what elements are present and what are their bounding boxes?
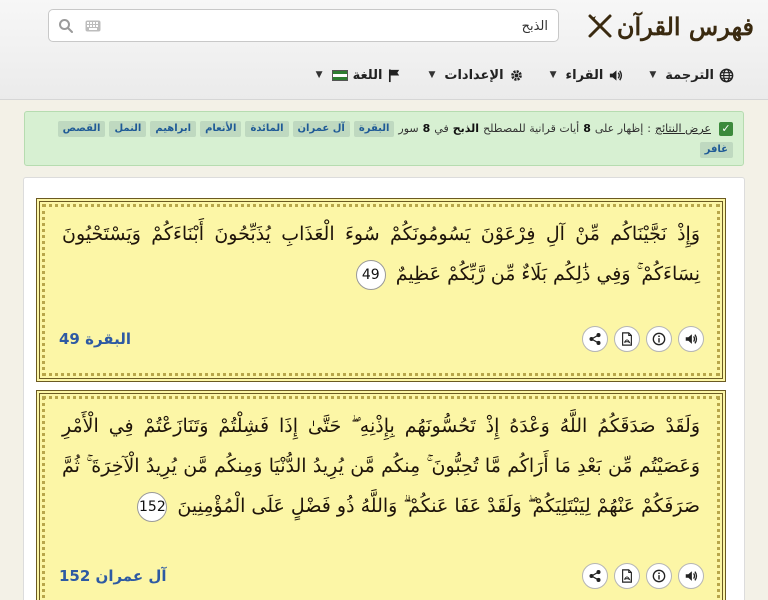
pdf-button[interactable]: [614, 326, 640, 352]
chevron-down-icon: ▼: [649, 70, 657, 80]
audio-icon: [685, 334, 698, 344]
check-icon[interactable]: ✓: [719, 122, 733, 136]
results-info-bar: ✓ عرض النتائج : إظهار على 8 أيات قرانية …: [24, 111, 744, 166]
pdf-button[interactable]: [614, 563, 640, 589]
surah-tag[interactable]: البقرة: [353, 121, 395, 137]
surah-tag[interactable]: آل عمران: [292, 121, 350, 137]
quill-icon: [588, 14, 612, 38]
verses-panel: وَإِذْ نَجَّيْنَاكُم مِّنْ آلِ فِرْعَوْن…: [23, 177, 745, 600]
menu-translation[interactable]: الترجمة ▼: [649, 68, 734, 83]
share-button[interactable]: [582, 326, 608, 352]
audio-button[interactable]: [678, 326, 704, 352]
brand-title: فهرس القرآن: [616, 11, 754, 41]
info-text-b: أيات قرانية للمصطلح: [483, 122, 580, 135]
share-icon: [589, 570, 601, 582]
menu-language-label: اللغة: [352, 67, 383, 83]
search-box: [48, 9, 559, 42]
share-button[interactable]: [582, 563, 608, 589]
verse-tools: [582, 563, 704, 589]
chevron-down-icon: ▼: [428, 70, 436, 80]
surah-tag[interactable]: المائدة: [245, 121, 289, 137]
info-text-a: إظهار على: [594, 122, 644, 135]
info-icon: [652, 569, 666, 583]
speaker-icon: [610, 69, 623, 81]
info-text-c: في: [434, 122, 449, 135]
pdf-icon: [622, 332, 632, 346]
verse-tools: [582, 326, 704, 352]
search-input[interactable]: [109, 16, 548, 36]
menu-settings-label: الإعدادات: [444, 67, 504, 83]
ayah-number: 49: [355, 260, 386, 290]
top-header: فهرس القرآن الترجمة: [0, 0, 768, 100]
show-results-link[interactable]: عرض النتائج: [655, 121, 711, 137]
search-icon[interactable]: [58, 18, 74, 34]
info-button[interactable]: [646, 326, 672, 352]
info-icon: [652, 332, 666, 346]
menu-translation-label: الترجمة: [665, 67, 714, 83]
brand-logo[interactable]: فهرس القرآن: [587, 8, 754, 44]
results-summary: ✓ عرض النتائج : إظهار على 8 أيات قرانية …: [35, 121, 733, 158]
surah-tag[interactable]: غافر: [699, 142, 733, 158]
surah-tag[interactable]: النمل: [109, 121, 147, 137]
surah-tag[interactable]: القصص: [57, 121, 106, 137]
ayah-number: 152: [137, 492, 168, 522]
verse-reference[interactable]: آل عمران 152: [59, 567, 167, 585]
verse-text: وَلَقَدْ صَدَقَكُمُ اللَّهُ وَعْدَهُ إِذ…: [62, 406, 700, 526]
verse-card: وَإِذْ نَجَّيْنَاكُم مِّنْ آلِ فِرْعَوْن…: [36, 198, 726, 382]
pdf-icon: [622, 569, 632, 583]
menu-language[interactable]: اللغة ▼: [316, 68, 403, 83]
ayat-count: 8: [583, 122, 591, 135]
verse-reference[interactable]: البقرة 49: [59, 330, 131, 348]
chevron-down-icon: ▼: [315, 70, 323, 80]
verse-text: وَإِذْ نَجَّيْنَاكُم مِّنْ آلِ فِرْعَوْن…: [62, 214, 700, 294]
chevron-down-icon: ▼: [549, 70, 557, 80]
keyboard-icon[interactable]: [85, 20, 101, 32]
info-button[interactable]: [646, 563, 672, 589]
globe-icon: [719, 68, 734, 82]
audio-icon: [685, 571, 698, 581]
verse-card: وَلَقَدْ صَدَقَكُمُ اللَّهُ وَعْدَهُ إِذ…: [36, 390, 726, 600]
surah-count: 8: [422, 122, 431, 135]
surah-tag[interactable]: الأنعام: [200, 121, 242, 137]
share-icon: [589, 333, 601, 345]
surah-tag[interactable]: ابراهيم: [150, 121, 197, 137]
menu-readers[interactable]: القراء ▼: [550, 68, 624, 83]
gear-icon: [510, 69, 522, 81]
main-menu: الترجمة ▼ القراء ▼ الإعدادات ▼ اللغة ▼: [316, 62, 734, 88]
language-flag-icon: [331, 69, 348, 81]
search-term: الذبح: [452, 122, 480, 135]
info-sep: :: [647, 122, 651, 135]
flag-icon: [389, 68, 400, 82]
menu-readers-label: القراء: [565, 67, 604, 83]
audio-button[interactable]: [678, 563, 704, 589]
menu-settings[interactable]: الإعدادات ▼: [428, 68, 523, 83]
info-text-d: سور: [398, 122, 419, 135]
